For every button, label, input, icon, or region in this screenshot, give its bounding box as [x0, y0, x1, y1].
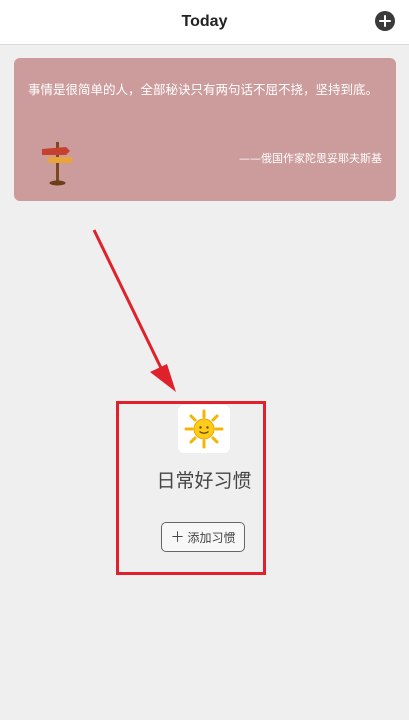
top-app-bar: Today: [0, 0, 409, 45]
add-habit-button[interactable]: ＋ 添加习惯: [161, 522, 245, 552]
empty-state-title: 日常好习惯: [156, 470, 252, 492]
quote-card: 事情是很简单的人，全部秘诀只有两句话不屈不挠，坚持到底。 ——俄国作家陀思妥耶夫…: [14, 58, 396, 201]
quote-author: ——俄国作家陀思妥耶夫斯基: [239, 152, 382, 165]
plus-circle-icon[interactable]: [375, 11, 395, 31]
signpost-icon: [42, 142, 72, 186]
sun-icon-tile: [178, 405, 230, 453]
quote-text: 事情是很简单的人，全部秘诀只有两句话不屈不挠，坚持到底。: [28, 82, 379, 97]
sun-icon: [184, 409, 224, 449]
plus-icon: ＋: [170, 530, 185, 546]
page-title: Today: [181, 13, 228, 30]
add-habit-label: 添加习惯: [187, 530, 236, 545]
